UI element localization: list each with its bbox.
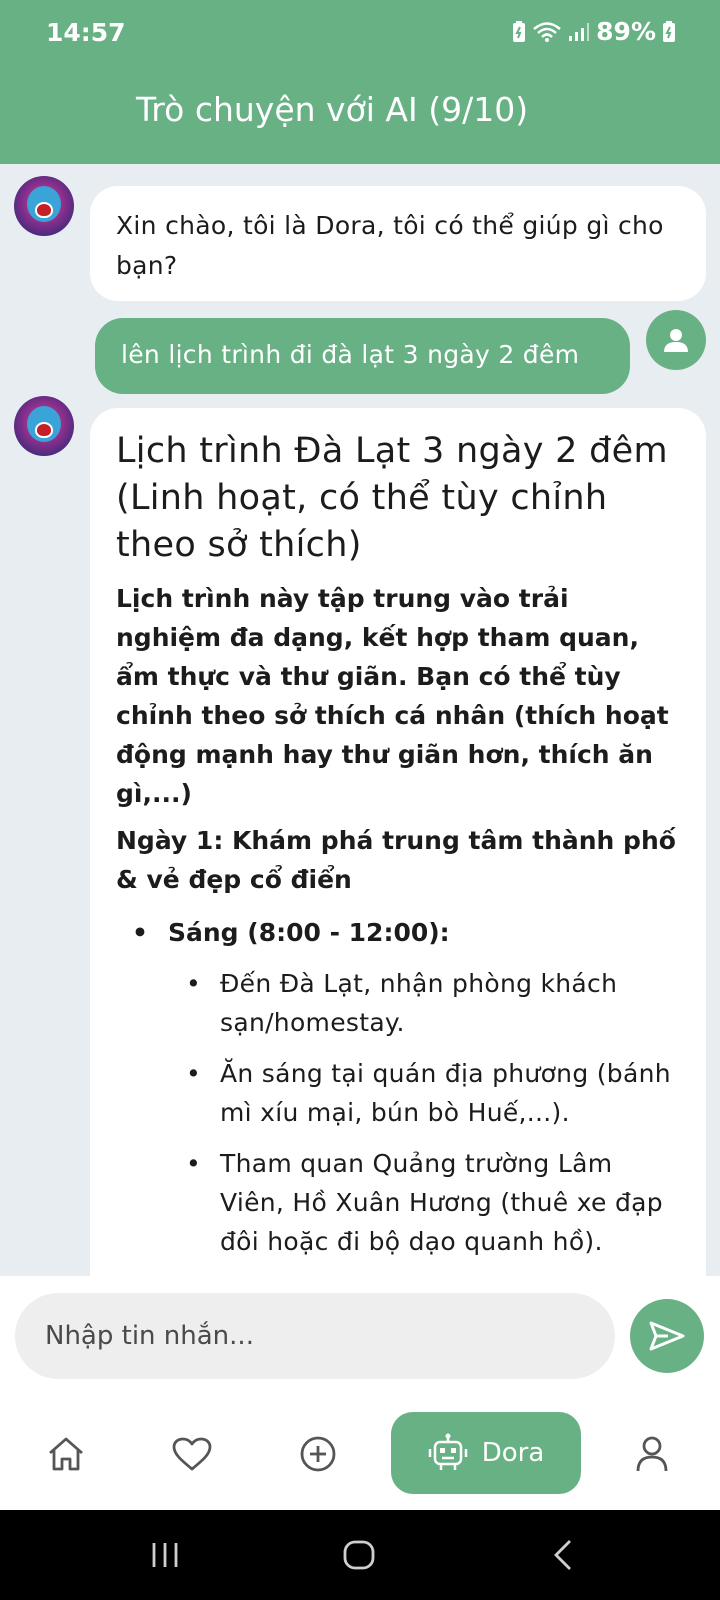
wifi-icon [533, 21, 561, 42]
back-chevron-icon [554, 1540, 571, 1570]
list-item: Tham quan Quảng trường Lâm Viên, Hồ Xuân… [116, 1144, 680, 1261]
send-button[interactable] [630, 1299, 704, 1373]
send-icon [649, 1321, 685, 1351]
recent-apps-button[interactable] [140, 1510, 190, 1600]
home-button[interactable] [334, 1510, 384, 1600]
bot-message-bubble: Lịch trình Đà Lạt 3 ngày 2 đêm (Linh hoạ… [90, 408, 706, 1276]
signal-icon [569, 22, 590, 41]
heart-icon [172, 1437, 212, 1471]
battery-charging-icon [663, 20, 675, 42]
bot-message-bubble: Xin chào, tôi là Dora, tôi có thể giúp g… [90, 186, 706, 301]
battery-level: 89% [596, 17, 656, 46]
nav-dora-label: Dora [481, 1438, 545, 1468]
list-item: Đến Đà Lạt, nhận phòng khách sạn/homesta… [116, 964, 680, 1042]
user-message-bubble: lên lịch trình đi đà lạt 3 ngày 2 đêm [95, 318, 630, 394]
chat-messages[interactable]: Xin chào, tôi là Dora, tôi có thể giúp g… [0, 164, 720, 1276]
message-input[interactable] [15, 1293, 615, 1379]
nav-profile[interactable] [624, 1398, 680, 1510]
home-icon [49, 1437, 83, 1471]
nav-add[interactable] [290, 1398, 346, 1510]
add-circle-icon [300, 1436, 336, 1472]
nav-favorites[interactable] [164, 1398, 220, 1510]
status-time: 14:57 [46, 18, 126, 47]
user-message-text: lên lịch trình đi đà lạt 3 ngày 2 đêm [121, 340, 580, 369]
bot-greeting-text: Xin chào, tôi là Dora, tôi có thể giúp g… [116, 211, 664, 280]
recent-apps-icon [152, 1543, 178, 1567]
user-avatar [646, 310, 706, 370]
app-header: 14:57 89% Trò chuyện với AI (9/10) [0, 0, 720, 164]
user-icon [636, 1436, 668, 1472]
page-title: Trò chuyện với AI (9/10) [136, 90, 529, 129]
itinerary-intro: Lịch trình này tập trung vào trải nghiệm… [116, 584, 669, 808]
nav-dora[interactable]: Dora [391, 1412, 581, 1494]
back-button[interactable] [538, 1510, 588, 1600]
robot-icon [428, 1433, 467, 1470]
morning-label: Sáng (8:00 - 12:00): [116, 913, 680, 952]
nav-home[interactable] [38, 1398, 94, 1510]
day1-title: Ngày 1: Khám phá trung tâm thành phố & v… [116, 826, 676, 894]
message-composer [0, 1276, 720, 1398]
bot-avatar [14, 396, 74, 456]
bot-avatar [14, 176, 74, 236]
home-circle-icon [343, 1540, 375, 1570]
person-icon [664, 329, 688, 352]
status-icons: 89% [512, 17, 676, 46]
list-item: Ăn sáng tại quán địa phương (bánh mì xíu… [116, 1054, 680, 1132]
system-navigation-bar [0, 1510, 720, 1600]
itinerary-heading: Lịch trình Đà Lạt 3 ngày 2 đêm (Linh hoạ… [116, 431, 668, 565]
battery-saver-icon [513, 20, 526, 42]
bottom-navigation: Dora [0, 1398, 720, 1510]
